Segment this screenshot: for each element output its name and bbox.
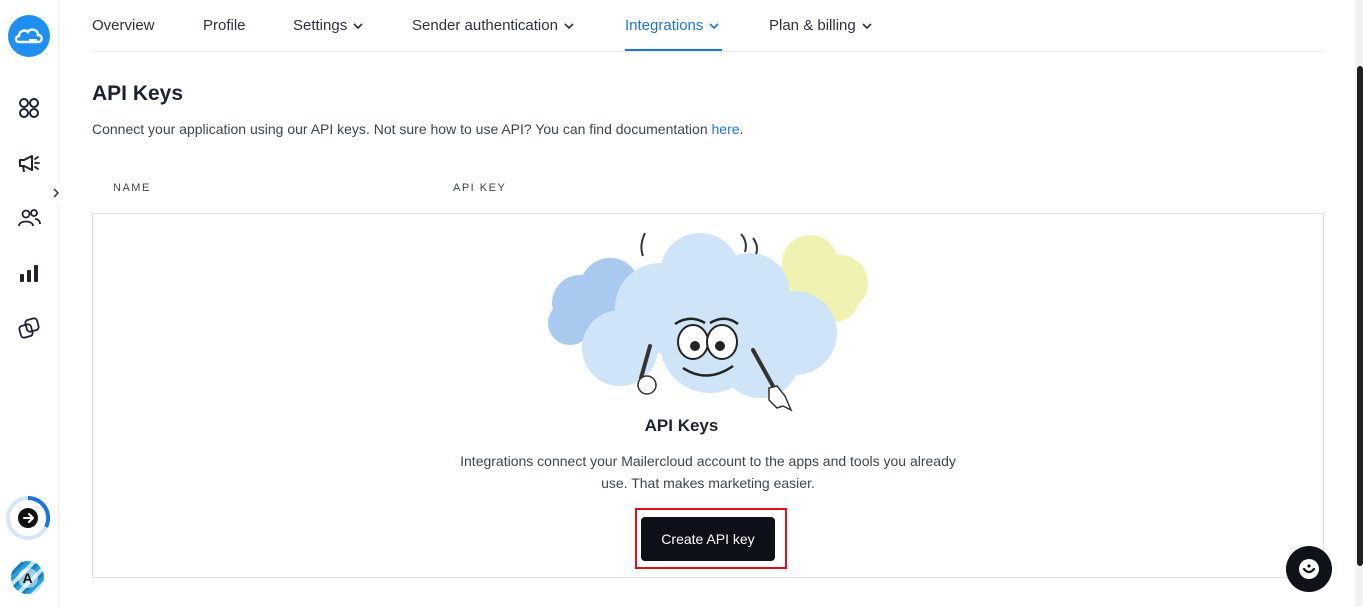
sidebar-item-automation[interactable] xyxy=(15,314,43,342)
tab-plan-billing[interactable]: Plan & billing xyxy=(769,17,872,34)
setup-progress-button[interactable] xyxy=(4,494,52,542)
sidebar-item-reports[interactable] xyxy=(15,259,43,287)
grid-icon xyxy=(19,98,39,118)
chat-widget-button[interactable] xyxy=(1286,546,1332,592)
chevron-down-icon xyxy=(564,22,574,29)
create-api-key-button[interactable]: Create API key xyxy=(641,517,775,561)
sidebar-item-dashboard[interactable] xyxy=(15,94,43,122)
column-header-name: NAME xyxy=(113,182,151,194)
chevron-right-icon xyxy=(53,188,60,198)
sidebar: A xyxy=(0,0,64,607)
settings-tabs: Overview Profile Settings Sender authent… xyxy=(92,0,1325,52)
chevron-down-icon xyxy=(862,22,872,29)
column-header-api-key: API KEY xyxy=(453,182,507,194)
page-description: Connect your application using our API k… xyxy=(92,121,744,137)
chevron-down-icon xyxy=(353,22,363,29)
mailercloud-logo[interactable] xyxy=(8,15,50,57)
page-title: API Keys xyxy=(92,82,184,105)
sidebar-item-audience[interactable] xyxy=(15,204,43,232)
sidebar-expand-button[interactable] xyxy=(48,180,64,206)
tab-sender-authentication[interactable]: Sender authentication xyxy=(412,17,574,34)
megaphone-icon xyxy=(19,155,40,173)
users-icon xyxy=(18,209,41,227)
automation-icon xyxy=(18,317,40,339)
chevron-down-icon xyxy=(709,22,719,29)
tab-settings[interactable]: Settings xyxy=(293,17,363,34)
bar-chart-icon xyxy=(20,265,38,282)
tab-overview[interactable]: Overview xyxy=(92,17,155,34)
avatar-initial: A xyxy=(17,567,38,588)
tab-integrations[interactable]: Integrations xyxy=(625,17,719,34)
progress-ring-icon xyxy=(6,495,51,540)
chat-icon xyxy=(1299,559,1319,579)
empty-state-title: API Keys xyxy=(644,416,719,435)
tab-profile[interactable]: Profile xyxy=(203,17,246,34)
avatar[interactable]: A xyxy=(11,561,44,594)
empty-state-text: Integrations connect your Mailercloud ac… xyxy=(460,453,956,491)
cloud-logo-icon xyxy=(14,28,43,44)
cloud-mascot-illustration xyxy=(548,232,868,412)
documentation-link[interactable]: here xyxy=(712,121,740,137)
scrollbar-thumb[interactable] xyxy=(1357,66,1363,566)
sidebar-item-campaigns[interactable] xyxy=(15,149,43,177)
active-tab-indicator xyxy=(625,49,722,51)
